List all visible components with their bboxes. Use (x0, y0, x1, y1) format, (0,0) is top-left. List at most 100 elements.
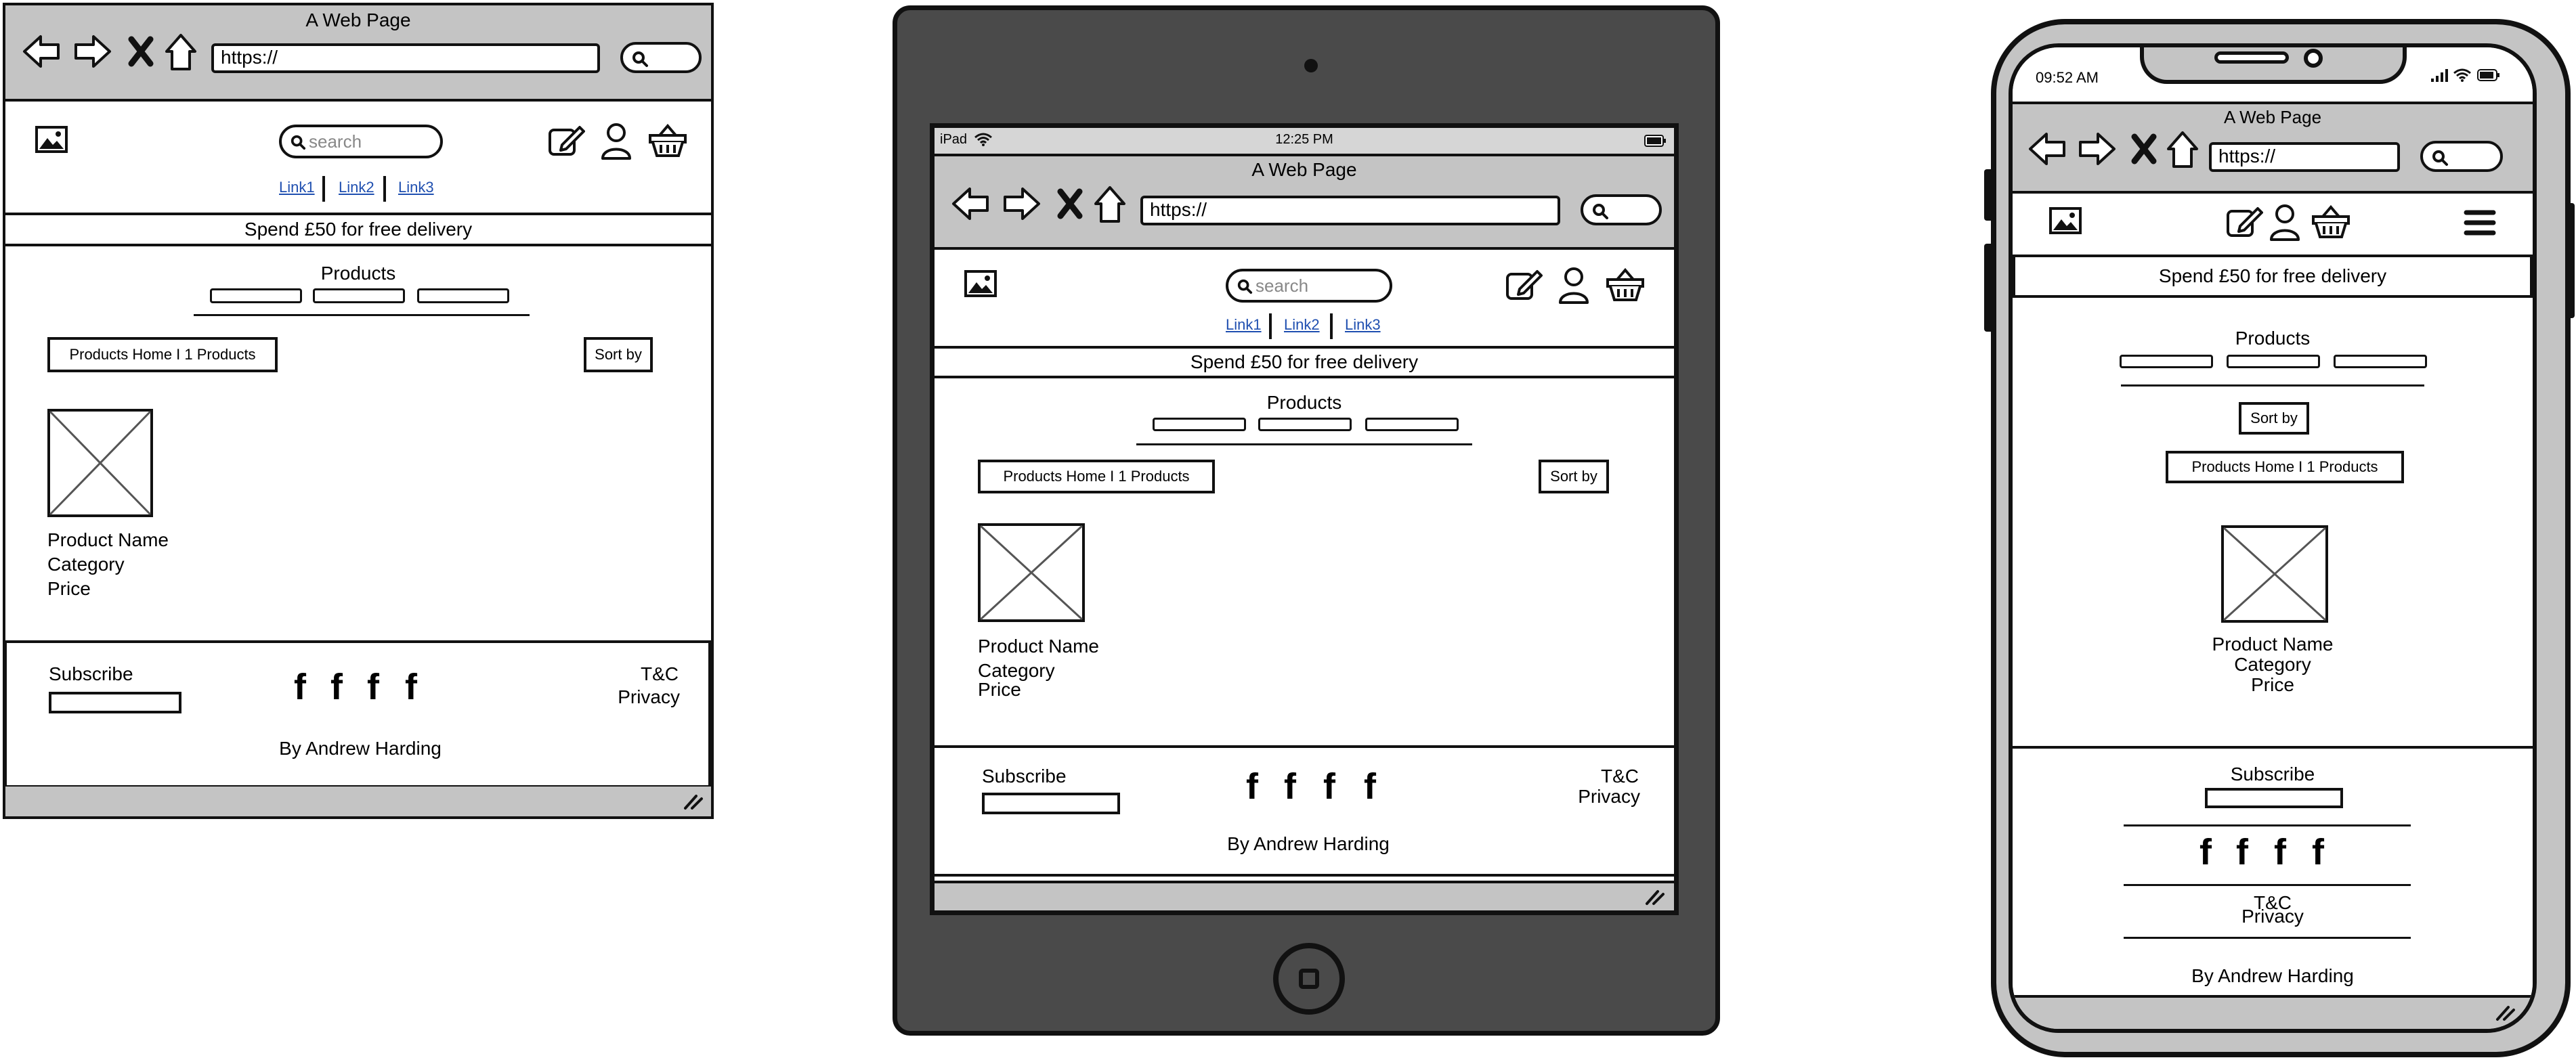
tablet-home-button[interactable] (1273, 943, 1345, 1015)
user-account-icon[interactable] (600, 122, 632, 160)
products-tab-1[interactable] (210, 288, 302, 303)
facebook-icon[interactable]: f (367, 669, 379, 705)
edit-icon[interactable] (547, 123, 585, 158)
close-icon[interactable] (127, 35, 154, 68)
sort-by-button[interactable]: Sort by (1539, 460, 1609, 493)
facebook-icon[interactable]: f (1323, 768, 1335, 805)
nav-link-2[interactable]: Link2 (339, 179, 374, 196)
subscribe-email-field[interactable] (2205, 788, 2343, 808)
subscribe-email-field[interactable] (49, 692, 181, 713)
phone-side-button[interactable] (1984, 244, 1994, 332)
products-tab-1[interactable] (2120, 355, 2213, 368)
products-breadcrumb-button[interactable]: Products Home I 1 Products (978, 460, 1215, 493)
resize-grip-icon[interactable] (683, 792, 704, 811)
privacy-link[interactable]: Privacy (618, 686, 680, 708)
delivery-banner: Spend £50 for free delivery (935, 346, 1674, 378)
search-icon (1591, 202, 1609, 220)
facebook-icon[interactable]: f (1246, 768, 1258, 805)
facebook-icon[interactable]: f (2274, 834, 2286, 870)
battery-icon (1644, 135, 1666, 147)
tablet-camera (1304, 59, 1318, 72)
products-underline (194, 314, 530, 316)
nav-link-3[interactable]: Link3 (398, 179, 434, 196)
products-breadcrumb-button[interactable]: Products Home I 1 Products (2166, 451, 2404, 483)
logo-image-icon[interactable] (35, 126, 68, 153)
site-search-input[interactable]: search (1226, 269, 1392, 303)
product-name[interactable]: Product Name (978, 636, 1099, 657)
terms-link[interactable]: T&C (1601, 766, 1639, 787)
shopping-basket-icon[interactable] (649, 123, 687, 158)
terms-link[interactable]: T&C (641, 663, 679, 685)
user-account-icon[interactable] (2269, 203, 2301, 241)
logo-image-icon[interactable] (2049, 207, 2082, 234)
facebook-icon[interactable]: f (2236, 834, 2248, 870)
sort-by-button[interactable]: Sort by (2239, 402, 2309, 435)
search-icon (1237, 278, 1253, 294)
products-tab-3[interactable] (417, 288, 509, 303)
browser-search-box[interactable] (1581, 194, 1662, 225)
address-bar[interactable]: https:// (2209, 142, 2400, 172)
product-name[interactable]: Product Name (2212, 634, 2334, 655)
site-search-input[interactable]: search (279, 125, 443, 158)
nav-link-1[interactable]: Link1 (1226, 316, 1262, 334)
browser-search-box[interactable] (620, 42, 702, 73)
edit-icon[interactable] (2225, 204, 2263, 240)
phone-side-button[interactable] (2565, 203, 2575, 318)
products-tab-2[interactable] (2227, 355, 2320, 368)
products-breadcrumb-button[interactable]: Products Home I 1 Products (47, 337, 278, 372)
products-tab-3[interactable] (1365, 418, 1459, 431)
product-name[interactable]: Product Name (47, 529, 169, 551)
subscribe-email-field[interactable] (982, 793, 1120, 814)
tablet-footer: Subscribe f f f f T&C Privacy By Andrew … (935, 745, 1674, 877)
products-tab-3[interactable] (2334, 355, 2427, 368)
edit-icon[interactable] (1505, 267, 1543, 303)
search-icon (631, 50, 649, 68)
logo-image-icon[interactable] (964, 270, 997, 297)
facebook-icon[interactable]: f (2312, 834, 2324, 870)
facebook-icon[interactable]: f (405, 669, 417, 705)
facebook-icon[interactable]: f (1364, 768, 1376, 805)
forward-arrow-icon[interactable] (73, 34, 112, 69)
user-account-icon[interactable] (1558, 266, 1590, 304)
close-icon[interactable] (2130, 133, 2158, 165)
hamburger-menu-icon[interactable] (2464, 208, 2496, 237)
shopping-basket-icon[interactable] (1606, 267, 1644, 303)
browser-search-box[interactable] (2420, 141, 2503, 172)
products-heading: Products (1266, 392, 1342, 413)
address-bar[interactable]: https:// (211, 43, 600, 73)
shopping-basket-icon[interactable] (2312, 204, 2350, 240)
product-image-placeholder[interactable] (2221, 525, 2328, 623)
back-arrow-icon[interactable] (22, 34, 61, 69)
nav-link-2[interactable]: Link2 (1284, 316, 1320, 334)
resize-grip-icon[interactable] (1644, 887, 1666, 906)
resize-grip-icon[interactable] (2495, 1003, 2516, 1022)
home-icon[interactable] (164, 32, 198, 72)
forward-arrow-icon[interactable] (1002, 186, 1042, 221)
forward-arrow-icon[interactable] (2078, 131, 2117, 167)
privacy-link[interactable]: Privacy (1578, 786, 1640, 808)
phone-side-button[interactable] (1984, 169, 1994, 221)
back-arrow-icon[interactable] (951, 186, 990, 221)
subscribe-label: Subscribe (49, 663, 133, 684)
facebook-icon[interactable]: f (1284, 768, 1296, 805)
address-bar[interactable]: https:// (1140, 196, 1560, 225)
back-arrow-icon[interactable] (2027, 131, 2067, 167)
home-icon[interactable] (1093, 185, 1127, 224)
products-tab-2[interactable] (1258, 418, 1352, 431)
tablet-carrier: iPad (940, 132, 968, 147)
products-tab-1[interactable] (1153, 418, 1246, 431)
close-icon[interactable] (1056, 187, 1083, 220)
nav-link-3[interactable]: Link3 (1345, 316, 1381, 334)
phone-status-bar-bottom (2013, 995, 2533, 1029)
facebook-icon[interactable]: f (294, 669, 306, 705)
nav-link-1[interactable]: Link1 (279, 179, 315, 196)
product-image-placeholder[interactable] (47, 409, 153, 517)
facebook-icon[interactable]: f (2199, 834, 2212, 870)
product-image-placeholder[interactable] (978, 523, 1085, 622)
nav-divider (383, 176, 386, 202)
sort-by-button[interactable]: Sort by (584, 337, 653, 372)
facebook-icon[interactable]: f (330, 669, 343, 705)
products-tab-2[interactable] (313, 288, 405, 303)
home-icon[interactable] (2166, 130, 2199, 169)
privacy-link[interactable]: Privacy (2241, 906, 2304, 927)
